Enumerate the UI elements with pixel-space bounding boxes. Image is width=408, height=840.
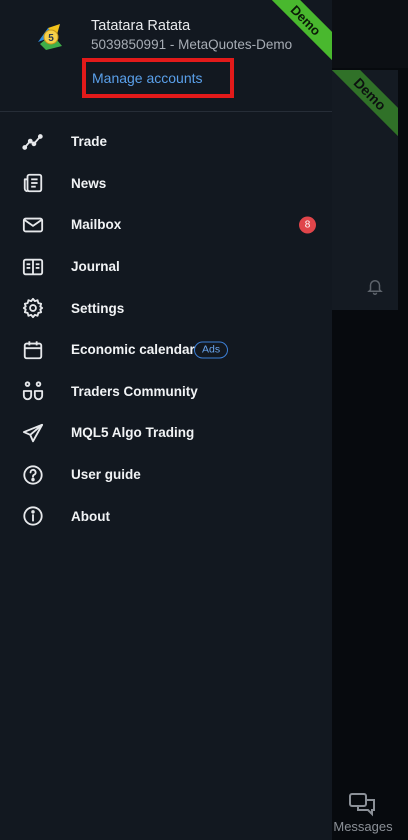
menu-item-journal[interactable]: Journal bbox=[0, 246, 332, 288]
send-icon bbox=[22, 422, 44, 444]
navigation-drawer: Demo 5 Tatatara Ratata 5039850991 - Meta… bbox=[0, 0, 332, 840]
menu-item-about[interactable]: About bbox=[0, 495, 332, 537]
svg-text:5: 5 bbox=[48, 33, 54, 44]
help-icon bbox=[22, 464, 44, 486]
menu-label-journal: Journal bbox=[71, 259, 120, 275]
menu-item-mql5-algo-trading[interactable]: MQL5 Algo Trading bbox=[0, 412, 332, 454]
menu-label-mql5-algo-trading: MQL5 Algo Trading bbox=[71, 425, 195, 441]
menu-item-trade[interactable]: Trade bbox=[0, 121, 332, 163]
bell-icon[interactable] bbox=[366, 276, 384, 296]
menu-item-settings[interactable]: Settings bbox=[0, 287, 332, 329]
account-name: Tatatara Ratata bbox=[91, 18, 191, 34]
background-account-card: Demo bbox=[332, 70, 398, 310]
ads-chip: Ads bbox=[194, 341, 229, 359]
info-icon bbox=[22, 505, 44, 527]
menu-item-traders-community[interactable]: Traders Community bbox=[0, 371, 332, 413]
menu-label-settings: Settings bbox=[71, 300, 125, 316]
menu-item-economic-calendar[interactable]: Economic calendar Ads bbox=[0, 329, 332, 371]
metatrader5-logo: 5 bbox=[34, 20, 68, 54]
menu-label-about: About bbox=[71, 508, 110, 524]
background-demo-ribbon: Demo bbox=[332, 70, 398, 144]
manage-accounts-highlight: Manage accounts bbox=[82, 58, 234, 98]
mail-icon bbox=[22, 214, 44, 236]
menu-item-mailbox[interactable]: Mailbox 8 bbox=[0, 204, 332, 246]
drawer-menu: Trade News Mailbox 8 Journal Settings Ec… bbox=[0, 121, 332, 537]
menu-item-news[interactable]: News bbox=[0, 163, 332, 205]
account-header: 5 Tatatara Ratata 5039850991 - MetaQuote… bbox=[0, 0, 332, 112]
gear-icon bbox=[22, 297, 44, 319]
menu-label-mailbox: Mailbox bbox=[71, 217, 122, 233]
menu-label-trade: Trade bbox=[71, 134, 108, 150]
messages-icon[interactable] bbox=[348, 792, 376, 818]
account-details: 5039850991 - MetaQuotes-Demo bbox=[91, 37, 293, 52]
menu-label-economic-calendar: Economic calendar bbox=[71, 342, 195, 358]
menu-label-news: News bbox=[71, 175, 107, 191]
community-icon bbox=[22, 380, 44, 402]
trade-chart-icon bbox=[22, 131, 44, 153]
menu-label-user-guide: User guide bbox=[71, 467, 141, 483]
messages-tab-label[interactable]: Messages bbox=[332, 819, 394, 834]
manage-accounts-link[interactable]: Manage accounts bbox=[92, 70, 203, 86]
journal-icon bbox=[22, 256, 44, 278]
calendar-icon bbox=[22, 339, 44, 361]
background-toolbar bbox=[332, 0, 408, 68]
menu-item-user-guide[interactable]: User guide bbox=[0, 454, 332, 496]
mailbox-unread-badge: 8 bbox=[299, 216, 316, 234]
menu-label-traders-community: Traders Community bbox=[71, 383, 198, 399]
header-divider bbox=[0, 111, 332, 112]
news-icon bbox=[22, 172, 44, 194]
